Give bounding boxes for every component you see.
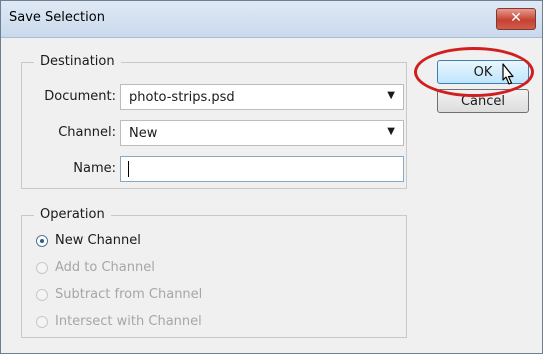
radio-button [36, 316, 48, 328]
channel-label: Channel: [58, 125, 116, 140]
document-value: photo-strips.psd [129, 90, 235, 105]
close-icon: ✕ [510, 10, 522, 26]
dialog-title: Save Selection [9, 10, 105, 25]
text-caret [128, 161, 129, 177]
name-field[interactable] [120, 156, 404, 182]
channel-value: New [129, 126, 158, 141]
operation-legend: Operation [34, 207, 111, 222]
destination-legend: Destination [34, 54, 121, 69]
radio-label: Add to Channel [55, 260, 155, 275]
radio-label: Subtract from Channel [55, 287, 203, 302]
document-select[interactable]: photo-strips.psd ▼ [120, 84, 404, 110]
channel-select[interactable]: New ▼ [120, 120, 404, 146]
highlight-circle [414, 47, 534, 97]
mouse-pointer-icon [502, 63, 514, 85]
save-selection-dialog: Save Selection ✕ Destination Document: p… [0, 0, 543, 354]
close-button[interactable]: ✕ [496, 8, 536, 30]
radio-button [36, 262, 48, 274]
chevron-down-icon: ▼ [387, 126, 395, 137]
document-label: Document: [44, 89, 116, 104]
radio-button [36, 289, 48, 301]
radio-label: Intersect with Channel [55, 314, 202, 329]
radio-label: New Channel [55, 233, 141, 248]
radio-button-selected [36, 235, 48, 247]
destination-group: Destination Document: photo-strips.psd ▼… [21, 54, 407, 189]
title-bar: Save Selection ✕ [1, 1, 542, 38]
chevron-down-icon: ▼ [387, 90, 395, 101]
name-label: Name: [73, 161, 116, 176]
